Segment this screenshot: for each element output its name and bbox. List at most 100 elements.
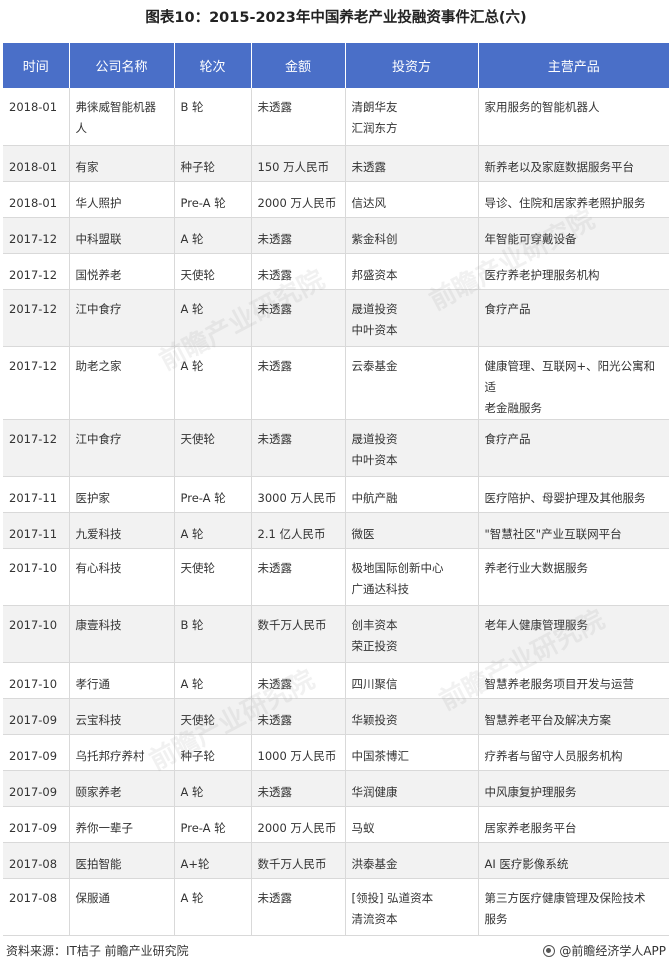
cell-product: 养老行业大数据服务 [478,548,669,606]
table-row: 2017-10 孝行通 A 轮未透露 四川聚信 智慧养老服务项目开发与运营 [3,662,669,699]
cell-amount: 未透露 [251,217,346,254]
cell-amount: 2.1 亿人民币 [251,512,346,549]
cell-investor: 中国茶博汇 [345,734,479,771]
cell-company: 医护家 [69,476,175,513]
table-row: 2017-08 保服通 A 轮未透露 [领投] 弘道资本 清流资本 第三方医疗健康管理及保… [3,878,669,936]
cell-product-line: 老金融服务 [484,400,543,415]
cell-product: 第三方医疗健康管理及保险技术 服务 [478,878,669,936]
cell-company-line: 国悦养老 [75,267,122,282]
cell-company-line: 颐家养老 [75,784,122,799]
table-row: 2017-11 医护家 Pre-A 轮 3000 万人民币 中航产融 医疗陪护、母婴护理及… [3,476,669,513]
cell-product: 老年人健康管理服务 [478,605,669,663]
cell-investor: 未透露 [345,145,479,182]
source-note: 资料来源：IT桔子 前瞻产业研究院 [6,944,189,958]
cell-company: 医拍智能 [69,842,175,879]
cell-company-line: 孝行通 [75,676,111,691]
cell-company-line: 江中食疗 [75,431,122,446]
cell-product-line: 智慧养老平台及解决方案 [484,712,612,727]
cell-investor-line: 紫金科创 [351,231,398,246]
cell-investor: 极地国际创新中心 广通达科技 [345,548,479,606]
cell-product-line: 健康管理、互联网+、阳光公寓和适 [484,358,656,394]
table-row: 2017-09 颐家养老 A 轮未透露 华润健康 中风康复护理服务 [3,770,669,807]
cell-product: AI 医疗影像系统 [478,842,669,879]
cell-investor-line: 信达风 [351,195,387,210]
cell-time: 2018-01 [3,145,70,182]
cell-product: 导诊、住院和居家养老照护服务 [478,181,669,218]
cell-time: 2017-12 [3,419,70,477]
cell-round: Pre-A 轮 [174,476,252,513]
cell-product-line: 医疗养老护理服务机构 [484,267,600,282]
cell-round: A 轮 [174,289,252,347]
cell-product-line: "智慧社区"产业互联网平台 [484,526,622,541]
cell-amount: 150 万人民币 [251,145,346,182]
table-row: 2017-12 国悦养老 天使轮 未透露 邦盛资本 医疗养老护理服务机构 [3,253,669,290]
cell-product-line: AI 医疗影像系统 [484,856,569,871]
table-row: 2018-01 弗徕威智能机器人 B 轮未透露 清朗华友 汇润东方 家用服务的智能机器人 [3,88,669,146]
cell-investor-line: 清流资本 [351,911,398,926]
cell-investor-line: 四川聚信 [351,676,398,691]
table-row: 2017-12 江中食疗 天使轮 未透露 晟道投资 中叶资本 食疗产品 [3,419,669,477]
cell-product-line: 新养老以及家庭数据服务平台 [484,159,635,174]
brand-logo-icon [543,944,556,957]
cell-investor: 马蚁 [345,806,479,843]
cell-company-line: 康壹科技 [75,617,122,632]
cell-product-line: 智慧养老服务项目开发与运营 [484,676,635,691]
cell-amount: 未透露 [251,419,346,477]
cell-investor-line: 中航产融 [351,490,398,505]
table-row: 2017-09 云宝科技 天使轮 未透露 华颖投资 智慧养老平台及解决方案 [3,698,669,735]
cell-amount: 3000 万人民币 [251,476,346,513]
cell-amount: 1000 万人民币 [251,734,346,771]
cell-company: 康壹科技 [69,605,175,663]
table-row: 2018-01 华人照护 Pre-A 轮 2000 万人民币 信达风 导诊、住院和居家养老… [3,181,669,218]
table-row: 2017-10 康壹科技 B 轮数千万人民币 创丰资本 荣正投资 老年人健康管理服务 [3,605,669,663]
cell-time: 2017-09 [3,734,70,771]
cell-round: A 轮 [174,662,252,699]
cell-product: 医疗养老护理服务机构 [478,253,669,290]
cell-time: 2017-12 [3,253,70,290]
cell-amount: 2000 万人民币 [251,806,346,843]
cell-investor: 创丰资本 荣正投资 [345,605,479,663]
cell-company-line: 养你一辈子 [75,820,134,835]
cell-investor-line: 华颖投资 [351,712,398,727]
cell-investor: 微医 [345,512,479,549]
table-row: 2017-10 有心科技 天使轮 未透露 极地国际创新中心 广通达科技 养老行业大数据服务 [3,548,669,606]
cell-company: 华人照护 [69,181,175,218]
cell-time: 2017-08 [3,842,70,879]
cell-product: 智慧养老服务项目开发与运营 [478,662,669,699]
cell-amount: 未透露 [251,878,346,936]
cell-round: Pre-A 轮 [174,181,252,218]
chart-title: 图表10：2015-2023年中国养老产业投融资事件汇总(六) [145,10,527,26]
cell-round: 天使轮 [174,419,252,477]
cell-investor: 云泰基金 [345,346,479,420]
cell-product: 疗养者与留守人员服务机构 [478,734,669,771]
cell-product: 智慧养老平台及解决方案 [478,698,669,735]
column-header-round: 轮次 [174,43,252,88]
cell-time: 2017-10 [3,548,70,606]
table-row: 2017-12 中科盟联 A 轮未透露 紫金科创 年智能可穿戴设备 [3,217,669,254]
cell-investor-line: 邦盛资本 [351,267,398,282]
cell-company: 颐家养老 [69,770,175,807]
cell-product: 健康管理、互联网+、阳光公寓和适老金融服务 [478,346,669,420]
cell-round: A 轮 [174,217,252,254]
cell-company-line: 中科盟联 [75,231,122,246]
cell-product: 食疗产品 [478,419,669,477]
cell-product-line: 年智能可穿戴设备 [484,231,577,246]
cell-product-line: 导诊、住院和居家养老照护服务 [484,195,646,210]
cell-amount: 未透露 [251,770,346,807]
cell-company: 江中食疗 [69,289,175,347]
cell-investor: 四川聚信 [345,662,479,699]
cell-product: 家用服务的智能机器人 [478,88,669,146]
cell-product: 居家养老服务平台 [478,806,669,843]
cell-product-line: 家用服务的智能机器人 [484,100,600,114]
cell-company: 孝行通 [69,662,175,699]
cell-company-line: 华人照护 [75,195,122,210]
cell-company: 江中食疗 [69,419,175,477]
cell-amount: 未透露 [251,698,346,735]
cell-investor: 晟道投资 中叶资本 [345,419,479,477]
cell-company-line: 人 [75,121,88,135]
cell-investor-line: 微医 [351,526,375,541]
cell-investor: 中航产融 [345,476,479,513]
cell-amount: 数千万人民币 [251,842,346,879]
brand-credit: @前瞻经济学人APP [543,942,666,959]
table-row: 2017-09 养你一辈子 Pre-A 轮 2000 万人民币 马蚁 居家养老服务平台 [3,806,669,843]
